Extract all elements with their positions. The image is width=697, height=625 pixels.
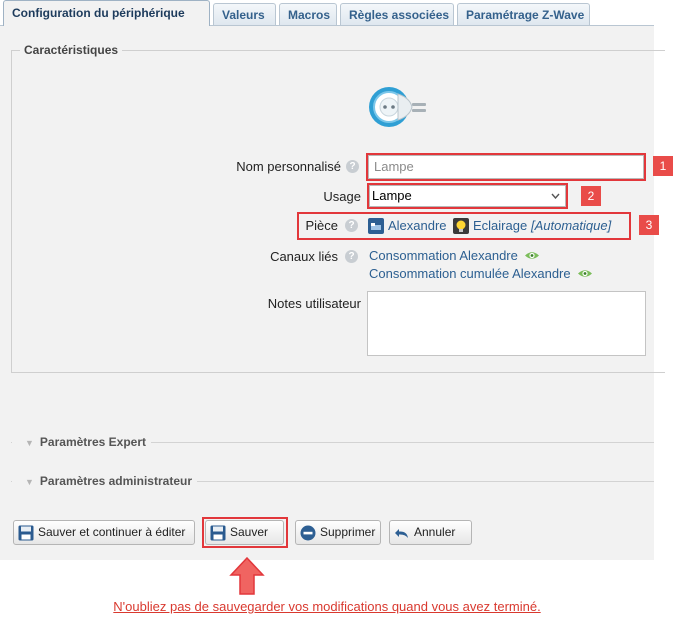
annotation-badge-3: 3	[639, 215, 659, 235]
annotation-badge-2: 2	[581, 186, 601, 206]
tab-values[interactable]: Valeurs	[213, 3, 276, 25]
channel-item: Consommation cumulée Alexandre	[369, 266, 593, 281]
user-notes-label: Notes utilisateur	[267, 296, 361, 311]
annotation-box-save	[202, 517, 288, 548]
annotation-box-3	[297, 212, 631, 240]
tab-device-configuration[interactable]: Configuration du périphérique	[3, 0, 210, 26]
cancel-button[interactable]: Annuler	[389, 520, 472, 545]
eye-icon[interactable]	[524, 250, 540, 261]
triangle-down-icon: ▼	[25, 477, 34, 487]
channel-link[interactable]: Consommation cumulée Alexandre	[369, 266, 571, 281]
annotation-box-1	[366, 153, 646, 181]
save-and-continue-button[interactable]: Sauver et continuer à éditer	[13, 520, 195, 545]
minus-circle-icon	[300, 525, 316, 541]
linked-channels-label: Canaux liés	[270, 249, 338, 264]
admin-section-title: Paramètres administrateur	[39, 474, 192, 488]
tab-zwave-settings[interactable]: Paramétrage Z-Wave	[457, 3, 590, 25]
user-notes-textarea[interactable]	[367, 291, 646, 356]
eye-icon[interactable]	[577, 268, 593, 279]
admin-section-toggle[interactable]: ▼ Paramètres administrateur	[12, 474, 197, 488]
expert-section-title: Paramètres Expert	[39, 435, 146, 449]
characteristics-legend: Caractéristiques	[24, 43, 119, 57]
save-and-continue-label: Sauver et continuer à éditer	[38, 525, 186, 539]
floppy-disk-icon	[18, 525, 34, 541]
cancel-label: Annuler	[414, 525, 456, 539]
tab-macros[interactable]: Macros	[279, 3, 337, 25]
annotation-badge-1: 1	[653, 156, 673, 176]
channels-help-icon[interactable]: ?	[345, 250, 358, 263]
plug-icon	[369, 87, 426, 127]
channel-item: Consommation Alexandre	[369, 248, 540, 263]
tab-associated-rules[interactable]: Règles associées	[340, 3, 454, 25]
name-label: Nom personnalisé	[236, 159, 341, 174]
undo-arrow-icon	[395, 529, 408, 538]
channel-link[interactable]: Consommation Alexandre	[369, 248, 518, 263]
delete-button[interactable]: Supprimer	[295, 520, 381, 545]
annotation-box-2	[367, 183, 568, 209]
delete-label: Supprimer	[320, 525, 376, 539]
triangle-down-icon: ▼	[25, 438, 34, 448]
tab-bar: Configuration du périphérique Valeurs Ma…	[0, 0, 654, 26]
expert-section-toggle[interactable]: ▼ Paramètres Expert	[12, 435, 151, 449]
save-reminder-note: N'oubliez pas de sauvegarder vos modific…	[113, 599, 541, 614]
arrow-up-icon	[229, 557, 265, 595]
name-help-icon[interactable]: ?	[346, 160, 359, 173]
usage-label: Usage	[323, 189, 361, 204]
